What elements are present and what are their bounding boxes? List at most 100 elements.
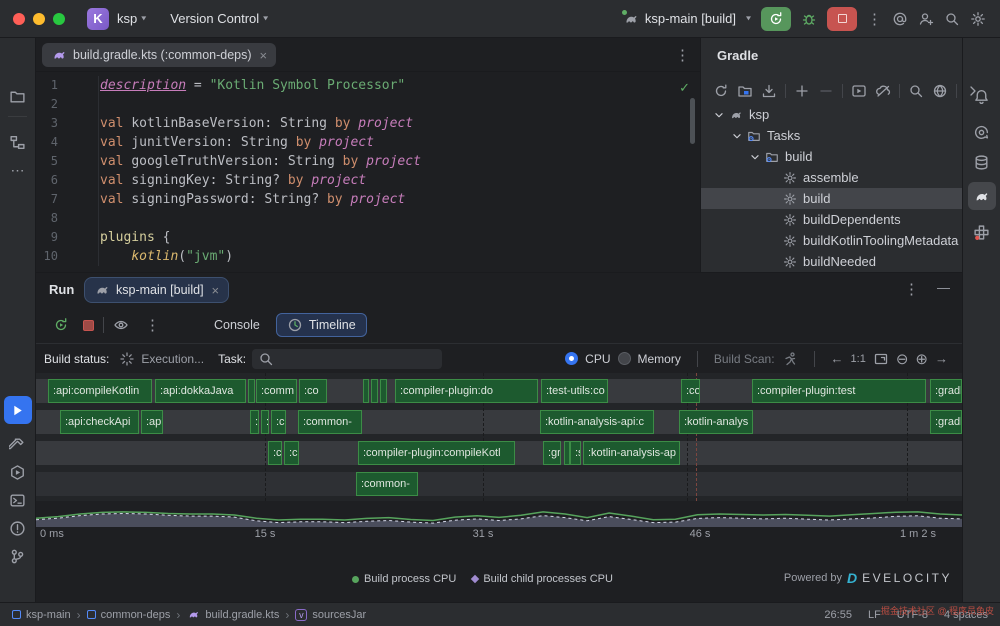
- find-task-icon[interactable]: [908, 83, 924, 99]
- task-bar[interactable]: :api: [141, 410, 163, 434]
- task-bar[interactable]: :comm: [256, 379, 297, 403]
- run-toolwindow-button[interactable]: [4, 396, 32, 424]
- run-tab[interactable]: ksp-main [build] ×: [84, 277, 229, 303]
- task-bar[interactable]: :cc: [284, 441, 299, 465]
- database-toolwindow-button[interactable]: [968, 148, 996, 176]
- task-bar[interactable]: [363, 379, 369, 403]
- dependencies-toolwindow-button[interactable]: [968, 218, 996, 246]
- cpu-radio-label[interactable]: CPU: [585, 352, 610, 366]
- ai-chat-toolwindow-button[interactable]: [968, 118, 996, 146]
- gradle-toolwindow-button[interactable]: [968, 182, 996, 210]
- project-selector[interactable]: ksp: [117, 11, 137, 26]
- task-bar[interactable]: :s: [570, 441, 581, 465]
- download-sources-icon[interactable]: [761, 83, 777, 99]
- attach-project-icon[interactable]: [737, 83, 753, 99]
- task-bar[interactable]: :co: [681, 379, 700, 403]
- gradle-tree-item-assemble[interactable]: assemble: [701, 167, 962, 188]
- services-toolwindow-button[interactable]: [4, 458, 32, 486]
- gradle-tree-item-build[interactable]: build: [701, 146, 962, 167]
- task-bar[interactable]: :api:dokkaJava: [155, 379, 246, 403]
- toolbar-kebab[interactable]: ⋮: [145, 316, 160, 334]
- task-bar[interactable]: :kotlin-analys: [679, 410, 753, 434]
- task-bar[interactable]: :gr: [543, 441, 561, 465]
- task-bar[interactable]: :kotlin-analysis-ap: [583, 441, 680, 465]
- task-bar[interactable]: :common-: [356, 472, 418, 496]
- build-scan-icon[interactable]: [782, 351, 798, 367]
- gradle-tree-item-ksp[interactable]: ksp: [701, 104, 962, 125]
- editor-tab[interactable]: build.gradle.kts (:common-deps) ×: [42, 43, 276, 67]
- gradle-tree-item-build[interactable]: build: [701, 188, 962, 209]
- more-actions-kebab[interactable]: ⋮: [867, 10, 882, 28]
- stop-build-icon[interactable]: [83, 320, 94, 331]
- remove-icon[interactable]: [818, 83, 834, 99]
- task-bar[interactable]: :: [248, 379, 255, 403]
- zoom-ratio[interactable]: 1:1: [851, 353, 866, 365]
- structure-toolwindow-button[interactable]: [4, 128, 32, 156]
- execute-task-icon[interactable]: [851, 83, 867, 99]
- tab-console[interactable]: Console: [214, 318, 260, 332]
- breadcrumb-item-sourcesJar[interactable]: vsourcesJar: [295, 609, 366, 621]
- memory-radio-label[interactable]: Memory: [638, 352, 681, 366]
- task-bar[interactable]: :gradl: [930, 379, 962, 403]
- project-toolwindow-button[interactable]: [4, 82, 32, 110]
- settings-icon[interactable]: [970, 11, 986, 27]
- close-tab-icon[interactable]: ×: [260, 48, 268, 63]
- chevron-down-icon[interactable]: [747, 150, 763, 164]
- memory-radio[interactable]: [618, 352, 631, 365]
- terminal-toolwindow-button[interactable]: [4, 486, 32, 514]
- gradle-tree-item-buildNeeded[interactable]: buildNeeded: [701, 251, 962, 272]
- editor-scrollbar[interactable]: [690, 98, 695, 144]
- gradle-settings-icon[interactable]: [932, 83, 948, 99]
- task-bar[interactable]: [380, 379, 387, 403]
- offline-mode-icon[interactable]: [875, 83, 891, 99]
- problems-toolwindow-button[interactable]: [4, 514, 32, 542]
- add-icon[interactable]: [794, 83, 810, 99]
- chevron-down-icon[interactable]: [729, 129, 745, 143]
- task-bar[interactable]: :compiler-plugin:test: [752, 379, 926, 403]
- zoom-out-icon[interactable]: ⊖: [896, 350, 909, 368]
- ai-assistant-icon[interactable]: [892, 11, 908, 27]
- task-bar[interactable]: :co: [299, 379, 327, 403]
- gradle-tree-item-buildDependents[interactable]: buildDependents: [701, 209, 962, 230]
- line-ending[interactable]: LF: [868, 609, 881, 621]
- rerun-build-icon[interactable]: [53, 317, 69, 333]
- task-bar[interactable]: :compiler-plugin:compileKotl: [358, 441, 515, 465]
- task-bar[interactable]: :c: [250, 410, 259, 434]
- task-bar[interactable]: :test-utils:co: [541, 379, 608, 403]
- scroll-right-icon[interactable]: →: [935, 351, 948, 366]
- tab-timeline[interactable]: Timeline: [276, 313, 367, 337]
- build-toolwindow-button[interactable]: [4, 430, 32, 458]
- code-with-me-icon[interactable]: [918, 11, 934, 27]
- task-bar[interactable]: :co: [271, 410, 286, 434]
- caret-position[interactable]: 26:55: [824, 609, 852, 621]
- task-search-input[interactable]: [252, 349, 442, 369]
- rerun-button[interactable]: [761, 7, 791, 31]
- inspections-ok-icon[interactable]: ✓: [679, 80, 690, 96]
- git-toolwindow-button[interactable]: [4, 542, 32, 570]
- editor-area[interactable]: build.gradle.kts (:common-deps) × ⋮ 1des…: [36, 38, 700, 272]
- task-bar[interactable]: :common-: [298, 410, 362, 434]
- maximize-window-button[interactable]: [53, 13, 65, 25]
- sync-gradle-icon[interactable]: [713, 83, 729, 99]
- task-bar[interactable]: :c: [268, 441, 282, 465]
- task-bar[interactable]: :gradl: [930, 410, 962, 434]
- task-bar[interactable]: :api:compileKotlin: [48, 379, 152, 403]
- gradle-tree-item-Tasks[interactable]: Tasks: [701, 125, 962, 146]
- build-timeline-chart[interactable]: :api:compileKotlin:api:dokkaJava::comm:c…: [36, 373, 962, 501]
- close-tab-icon[interactable]: ×: [212, 283, 220, 298]
- editor-options-kebab[interactable]: ⋮: [675, 46, 690, 64]
- cpu-radio[interactable]: [565, 352, 578, 365]
- breadcrumb-item-build.gradle.kts[interactable]: build.gradle.kts: [186, 608, 279, 621]
- scroll-left-icon[interactable]: ←: [831, 351, 844, 366]
- hide-panel-icon[interactable]: —: [937, 280, 950, 298]
- stop-button[interactable]: [827, 7, 857, 31]
- chevron-right-icon[interactable]: [965, 83, 981, 99]
- search-everywhere-icon[interactable]: [944, 11, 960, 27]
- close-window-button[interactable]: [13, 13, 25, 25]
- debug-button[interactable]: [801, 11, 817, 27]
- breadcrumb-item-ksp-main[interactable]: ksp-main: [12, 609, 71, 621]
- minimize-window-button[interactable]: [33, 13, 45, 25]
- task-bar[interactable]: :kotlin-analysis-api:c: [540, 410, 654, 434]
- run-config-selector[interactable]: ksp-main [build] ▾: [623, 11, 751, 27]
- zoom-in-icon[interactable]: ⊕: [915, 350, 928, 368]
